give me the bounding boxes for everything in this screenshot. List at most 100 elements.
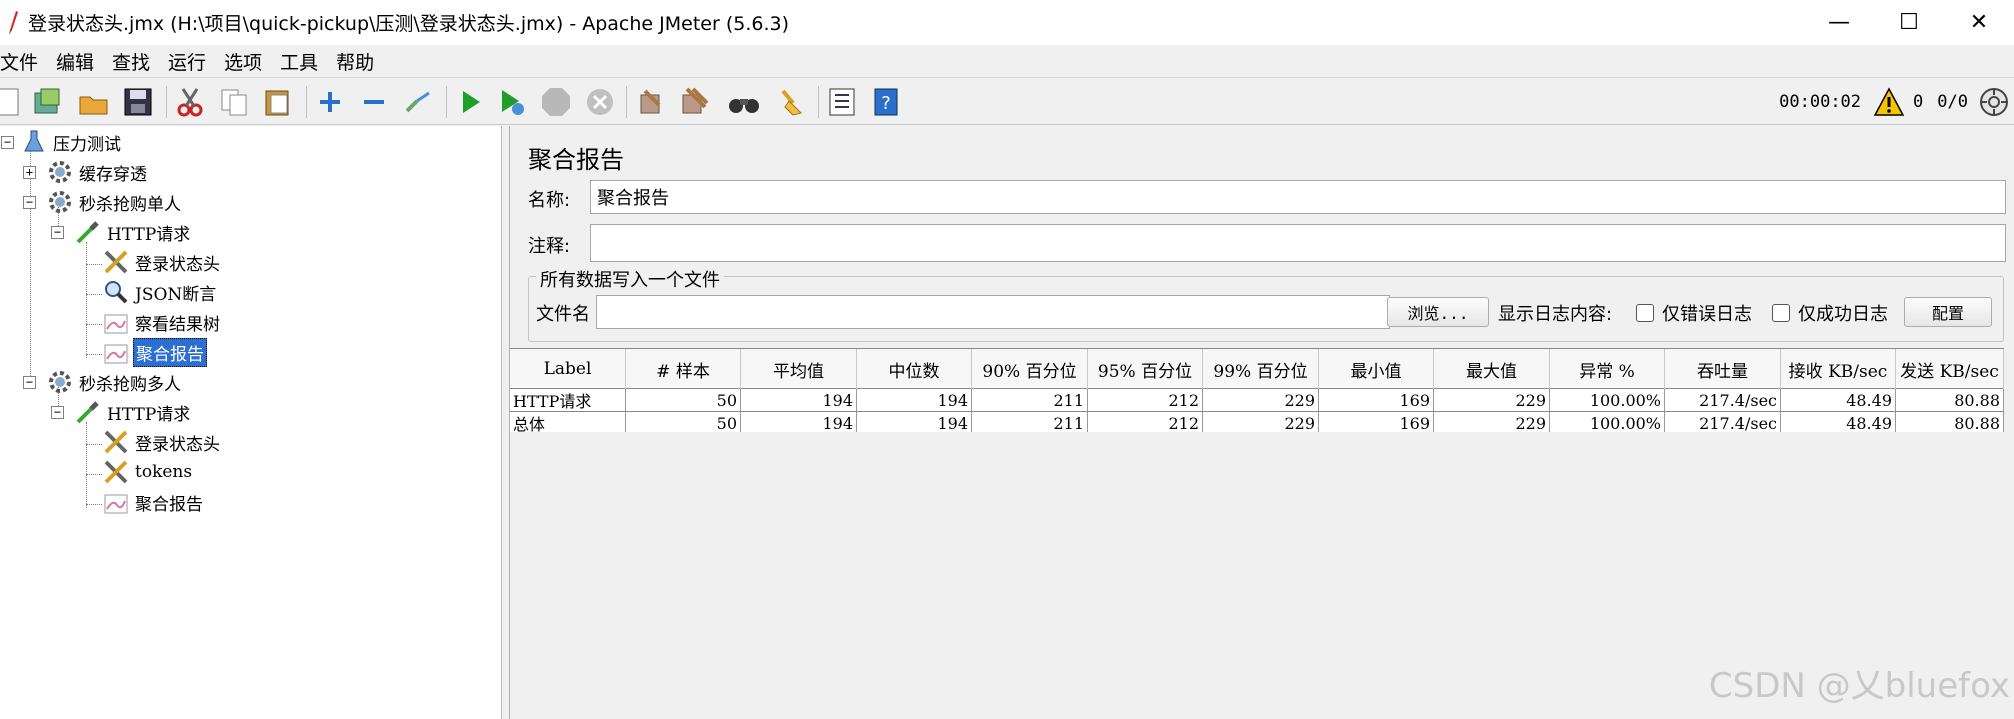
graph-icon <box>102 338 130 366</box>
maximize-button[interactable]: ☐ <box>1874 0 1944 45</box>
table-cell: 229 <box>1203 412 1319 434</box>
tree-toggle-node-0[interactable]: + <box>23 166 36 179</box>
menu-tools[interactable]: 工具 <box>280 48 328 75</box>
gear-icon <box>46 158 74 186</box>
panel-title: 聚合报告 <box>528 146 624 174</box>
function-helper-icon[interactable] <box>824 84 860 120</box>
pipette-icon <box>74 218 102 246</box>
tree-toggle-node-1[interactable]: − <box>23 196 36 209</box>
tree-node-login-header-1[interactable]: 登录状态头 <box>102 248 222 276</box>
table-cell: 211 <box>972 389 1088 411</box>
elapsed-timer: 00:00:02 <box>1779 92 1862 112</box>
table-cell: 211 <box>972 412 1088 434</box>
reset-search-icon[interactable] <box>774 84 810 120</box>
tree-node-seckill-single[interactable]: 秒杀抢购单人 <box>46 188 183 216</box>
tree-node-seckill-multi[interactable]: 秒杀抢购多人 <box>46 368 183 396</box>
table-cell: 80.88 <box>1896 412 2004 434</box>
tree-toggle-node-2[interactable]: − <box>51 226 64 239</box>
comment-label: 注释: <box>528 236 571 257</box>
graph-icon <box>102 488 130 516</box>
clear-all-icon[interactable] <box>676 84 712 120</box>
column-header-samples[interactable]: # 样本 <box>626 349 741 389</box>
column-header-received-kb[interactable]: 接收 KB/sec <box>1781 349 1896 389</box>
table-row[interactable]: HTTP请求 50 194 194 211 212 229 169 229 10… <box>510 389 2004 412</box>
menu-search[interactable]: 查找 <box>112 48 160 75</box>
close-button[interactable]: ✕ <box>1944 0 2014 45</box>
success-only-box[interactable] <box>1772 304 1790 322</box>
column-header-median[interactable]: 中位数 <box>857 349 972 389</box>
warning-icon[interactable] <box>1873 87 1905 117</box>
tree-node-tokens[interactable]: tokens <box>102 458 194 486</box>
cut-icon[interactable] <box>172 84 208 120</box>
start-no-pauses-icon[interactable] <box>494 84 530 120</box>
clear-icon[interactable] <box>632 84 668 120</box>
results-table: Label # 样本 平均值 中位数 90% 百分位 95% 百分位 99% 百… <box>510 348 2004 435</box>
errors-only-checkbox[interactable]: 仅错误日志 <box>1636 300 1752 326</box>
column-header-throughput[interactable]: 吞吐量 <box>1665 349 1781 389</box>
table-cell: 50 <box>626 389 741 411</box>
column-header-max[interactable]: 最大值 <box>1434 349 1550 389</box>
errors-only-box[interactable] <box>1636 304 1654 322</box>
remote-status-icon[interactable] <box>1978 86 2010 118</box>
table-cell: 总体 <box>510 412 626 434</box>
tree-node-view-results-tree[interactable]: 察看结果树 <box>102 308 222 336</box>
copy-icon[interactable] <box>216 84 252 120</box>
column-header-error-pct[interactable]: 异常 % <box>1550 349 1665 389</box>
configure-button[interactable]: 配置 <box>1904 297 1992 327</box>
minimize-button[interactable]: — <box>1804 0 1874 45</box>
collapse-icon[interactable] <box>356 84 392 120</box>
window-title: 登录状态头.jmx (H:\项目\quick-pickup\压测\登录状态头.j… <box>28 13 789 35</box>
menu-run[interactable]: 运行 <box>168 48 216 75</box>
column-header-min[interactable]: 最小值 <box>1319 349 1434 389</box>
tree-node-aggregate-report-1[interactable]: 聚合报告 <box>102 337 207 367</box>
menu-edit[interactable]: 编辑 <box>56 48 104 75</box>
search-binoculars-icon[interactable] <box>726 84 762 120</box>
save-icon[interactable] <box>120 84 156 120</box>
name-input[interactable] <box>590 180 2006 214</box>
shutdown-icon[interactable] <box>582 84 618 120</box>
start-icon[interactable] <box>452 84 488 120</box>
menu-file[interactable]: 文件 <box>0 48 48 75</box>
column-header-p90[interactable]: 90% 百分位 <box>972 349 1088 389</box>
table-cell: 48.49 <box>1781 389 1896 411</box>
toggle-icon[interactable] <box>400 84 436 120</box>
help-icon[interactable]: ? <box>868 84 904 120</box>
open-icon[interactable] <box>76 84 112 120</box>
stop-icon[interactable] <box>538 84 574 120</box>
column-header-p95[interactable]: 95% 百分位 <box>1088 349 1203 389</box>
tree-node-cache-penetration[interactable]: 缓存穿透 <box>46 158 149 186</box>
column-header-p99[interactable]: 99% 百分位 <box>1203 349 1319 389</box>
tree-node-http-request-1[interactable]: HTTP请求 <box>74 218 192 246</box>
menu-help[interactable]: 帮助 <box>336 48 384 75</box>
expand-icon[interactable] <box>312 84 348 120</box>
menu-options[interactable]: 选项 <box>224 48 272 75</box>
success-only-checkbox[interactable]: 仅成功日志 <box>1772 300 1888 326</box>
tree-toggle-node-7[interactable]: − <box>23 376 36 389</box>
table-header: Label # 样本 平均值 中位数 90% 百分位 95% 百分位 99% 百… <box>510 349 2004 389</box>
filename-input[interactable] <box>596 295 1390 329</box>
table-cell: 217.4/sec <box>1665 389 1781 411</box>
status-area: 00:00:02 0 0/0 <box>1779 78 2014 126</box>
wrench-icon <box>102 428 130 456</box>
new-icon[interactable] <box>0 84 26 120</box>
browse-button[interactable]: 浏览... <box>1387 297 1489 327</box>
tree-toggle-root[interactable]: − <box>1 136 14 149</box>
table-cell: 229 <box>1434 412 1550 434</box>
column-header-average[interactable]: 平均值 <box>741 349 857 389</box>
column-header-label[interactable]: Label <box>510 349 626 389</box>
aggregate-report-panel: 聚合报告 名称: 注释: 所有数据写入一个文件 文件名 浏览... 显示日志内容… <box>510 126 2014 719</box>
tree-node-root[interactable]: 压力测试 <box>20 128 123 156</box>
tree-toggle-node-8[interactable]: − <box>51 406 64 419</box>
tree-node-http-request-2[interactable]: HTTP请求 <box>74 398 192 426</box>
column-header-sent-kb[interactable]: 发送 KB/sec <box>1896 349 2004 389</box>
tree-node-aggregate-report-2[interactable]: 聚合报告 <box>102 488 205 516</box>
tree-node-login-header-2[interactable]: 登录状态头 <box>102 428 222 456</box>
pane-splitter[interactable] <box>502 126 510 719</box>
templates-icon[interactable] <box>30 84 66 120</box>
table-cell: 100.00% <box>1550 412 1665 434</box>
magnifier-icon <box>102 278 130 306</box>
paste-icon[interactable] <box>260 84 296 120</box>
tree-node-json-assertion[interactable]: JSON断言 <box>102 278 218 306</box>
test-plan-tree: − 压力测试 + 缓存穿透 − 秒杀抢购单人 − HTTP请求 登录状态头 JS… <box>0 126 502 719</box>
comment-input[interactable] <box>590 224 2006 262</box>
